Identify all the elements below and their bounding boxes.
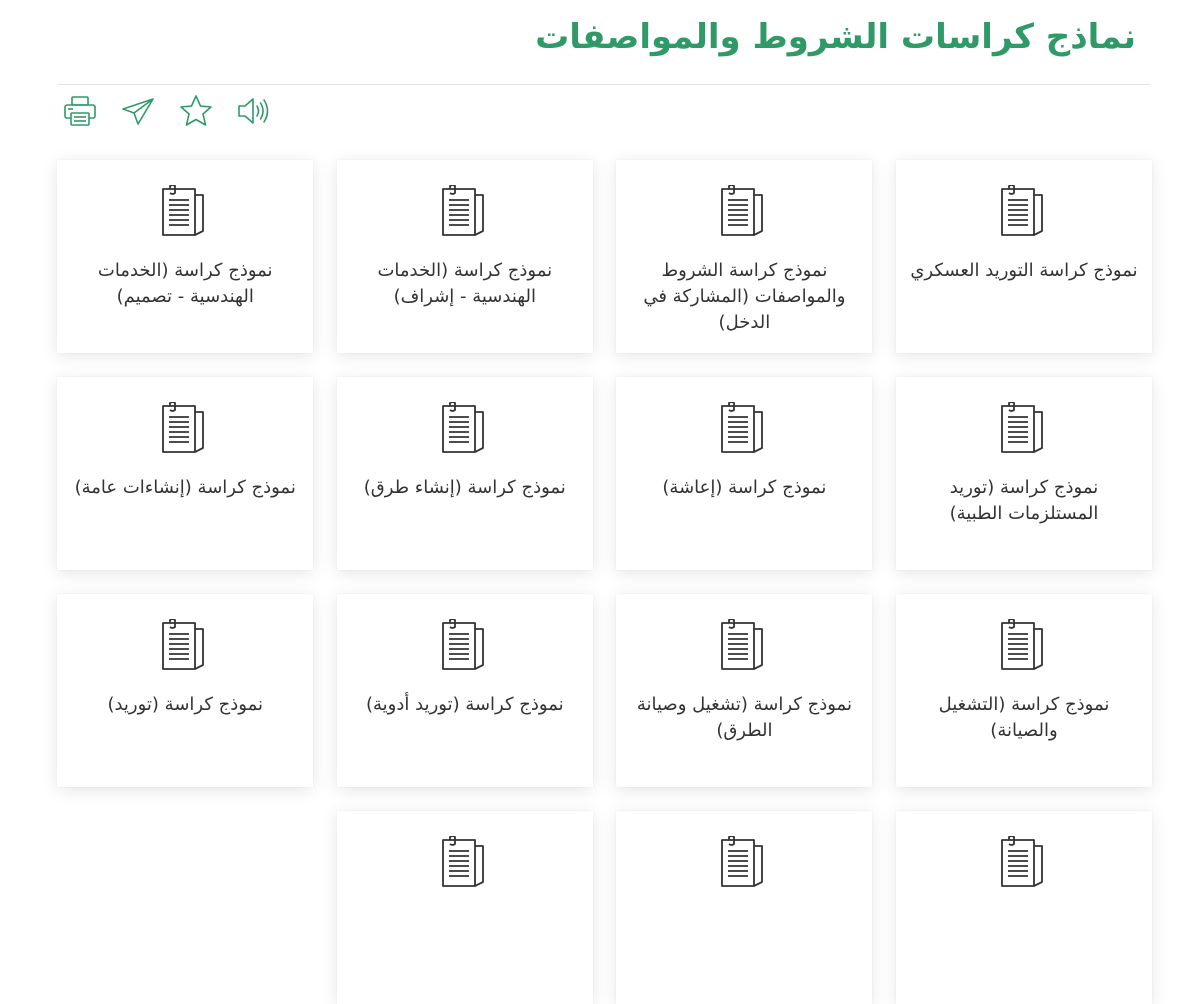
documents-grid: نموذج كراسة التوريد العسكري نموذج كراسة … (57, 160, 1152, 1004)
document-icon (441, 836, 489, 889)
speaker-icon (238, 98, 269, 124)
document-card[interactable]: نموذج كراسة (توريد أدوية) (336, 594, 593, 787)
document-icon (720, 185, 768, 238)
document-card-label: نموذج كراسة الشروط والمواصفات (المشاركة … (643, 260, 846, 333)
share-button[interactable] (120, 94, 156, 128)
favorite-button[interactable] (178, 94, 214, 128)
document-card[interactable] (616, 811, 873, 1004)
document-card[interactable]: نموذج كراسة (توريد) (57, 594, 314, 787)
document-card-label: نموذج كراسة (التشغيل والصيانة) (938, 694, 1110, 741)
document-icon (441, 402, 489, 455)
document-icon (1000, 836, 1048, 889)
toolbar (62, 94, 272, 128)
document-card[interactable]: نموذج كراسة (إعاشة) (616, 377, 873, 570)
document-card[interactable]: نموذج كراسة (إنشاءات عامة) (57, 377, 314, 570)
document-card-label: نموذج كراسة (توريد أدوية) (366, 694, 564, 715)
document-card-label: نموذج كراسة (إنشاء طرق) (363, 477, 566, 498)
document-icon (161, 619, 209, 672)
page-title: نماذج كراسات الشروط والمواصفات (535, 17, 1136, 57)
document-card[interactable]: نموذج كراسة التوريد العسكري (896, 160, 1152, 353)
document-icon (720, 402, 768, 455)
document-card[interactable]: نموذج كراسة (الخدمات الهندسية - إشراف) (336, 160, 593, 353)
document-card-label: نموذج كراسة (تشغيل وصيانة الطرق) (636, 694, 852, 741)
document-card[interactable]: نموذج كراسة (تشغيل وصيانة الطرق) (616, 594, 873, 787)
document-icon (720, 619, 768, 672)
document-card[interactable] (896, 811, 1152, 1004)
document-card[interactable] (336, 811, 593, 1004)
star-icon (180, 95, 212, 126)
document-icon (161, 402, 209, 455)
title-divider (58, 84, 1150, 85)
document-card-label: نموذج كراسة (توريد المستلزمات الطبية) (949, 477, 1099, 524)
document-icon (1000, 185, 1048, 238)
print-icon (64, 96, 96, 126)
document-card-label: نموذج كراسة (الخدمات الهندسية - تصميم) (97, 260, 273, 307)
listen-button[interactable] (236, 94, 272, 128)
document-card-label: نموذج كراسة (توريد) (107, 694, 263, 715)
print-button[interactable] (62, 94, 98, 128)
document-icon (1000, 402, 1048, 455)
document-card[interactable]: نموذج كراسة (الخدمات الهندسية - تصميم) (57, 160, 314, 353)
document-icon (720, 836, 768, 889)
document-icon (441, 619, 489, 672)
document-card-label: نموذج كراسة التوريد العسكري (910, 260, 1138, 281)
document-card[interactable]: نموذج كراسة (إنشاء طرق) (336, 377, 593, 570)
page: نماذج كراسات الشروط والمواصفات نموذج كرا… (0, 0, 1200, 1004)
document-card[interactable]: نموذج كراسة (توريد المستلزمات الطبية) (896, 377, 1152, 570)
document-card[interactable]: نموذج كراسة الشروط والمواصفات (المشاركة … (616, 160, 873, 353)
document-card-label: نموذج كراسة (الخدمات الهندسية - إشراف) (377, 260, 553, 307)
document-card-label: نموذج كراسة (إنشاءات عامة) (74, 477, 296, 498)
document-card-label: نموذج كراسة (إعاشة) (662, 477, 827, 498)
document-icon (161, 185, 209, 238)
document-icon (441, 185, 489, 238)
send-icon (122, 98, 154, 125)
document-icon (1000, 619, 1048, 672)
document-card[interactable]: نموذج كراسة (التشغيل والصيانة) (896, 594, 1152, 787)
